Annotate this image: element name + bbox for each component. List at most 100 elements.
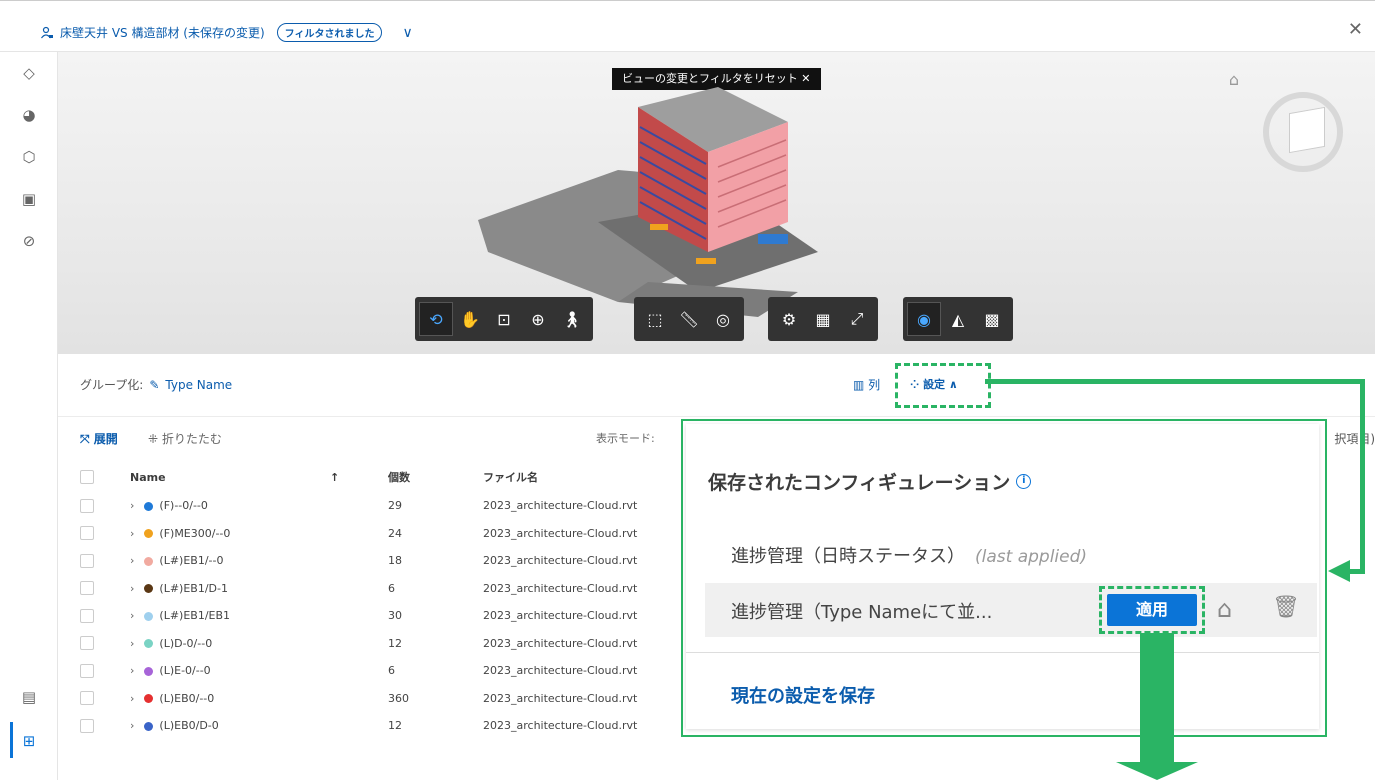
pie-chart-icon[interactable]: ◕ xyxy=(20,106,38,124)
chevron-right-icon[interactable]: › xyxy=(130,527,134,540)
properties-icon[interactable]: ▤ xyxy=(20,688,38,706)
color-dot xyxy=(144,584,154,594)
cube-icon[interactable]: ◇ xyxy=(20,64,38,82)
select-all-checkbox[interactable] xyxy=(80,470,94,484)
collapse-button[interactable]: ⁜ 折りたたむ xyxy=(148,430,222,447)
row-count: 12 xyxy=(388,636,402,650)
row-count: 6 xyxy=(388,581,395,595)
home-icon[interactable]: ⌂ xyxy=(1217,595,1232,623)
top-bar: 床壁天井 VS 構造部材 (未保存の変更) フィルタされました ∨ ✕ xyxy=(0,0,1375,52)
group-by-value[interactable]: Type Name xyxy=(165,378,232,392)
row-name: (L#)EB1/D-1 xyxy=(159,581,228,595)
popup-title-text: 保存されたコンフィギュレーション xyxy=(708,472,1011,494)
collapse-icon: ⁜ xyxy=(148,432,159,446)
row-name: (L)EB0/--0 xyxy=(159,691,215,705)
measure-icon[interactable]: 📏︎ xyxy=(672,302,706,336)
row-checkbox[interactable] xyxy=(80,498,94,513)
first-person-icon[interactable]: 🚶︎ xyxy=(555,302,589,336)
pencil-icon[interactable]: ✎ xyxy=(149,378,159,392)
view-person-icon xyxy=(41,26,53,38)
arrow-down-head xyxy=(1116,762,1198,780)
check-circle-icon[interactable]: ⊘ xyxy=(20,232,38,250)
color-dot xyxy=(144,556,154,566)
table-row[interactable]: › (F)ME300/--0 24 2023_architecture-Cloud.r… xyxy=(80,520,683,548)
pan-icon[interactable]: ✋ xyxy=(453,302,487,336)
sort-arrow-icon[interactable]: ↑ xyxy=(330,462,388,492)
chevron-right-icon[interactable]: › xyxy=(130,664,134,677)
row-count: 18 xyxy=(388,554,402,568)
model-viewer[interactable]: ビューの変更とフィルタをリセット ✕ ⌂ ⟲ ✋ ⊡ ⊕ 🚶︎ ⬚ 📏︎ ◎ ⚙… xyxy=(58,52,1375,354)
chevron-right-icon[interactable]: › xyxy=(130,637,134,650)
markup-icon[interactable]: ▩ xyxy=(975,302,1009,336)
row-count: 360 xyxy=(388,691,409,705)
left-rail: ◇ ◕ ⬡ ▣ ⊘ ▤ ⊞ xyxy=(0,52,58,780)
table-row[interactable]: › (L#)EB1/EB1 30 2023_architecture-Cloud.rv… xyxy=(80,602,683,630)
col-name[interactable]: Name xyxy=(130,462,330,492)
settings-toolbar: ⚙ ▦ ⤢ xyxy=(768,297,878,341)
chevron-right-icon[interactable]: › xyxy=(130,554,134,567)
layers-icon[interactable]: ▣ xyxy=(20,190,38,208)
fullscreen-icon[interactable]: ⤢ xyxy=(840,302,874,336)
trash-icon[interactable]: 🗑︎ xyxy=(1272,595,1300,620)
col-count[interactable]: 個数 xyxy=(388,462,483,492)
config-item-2[interactable]: 進捗管理（Type Nameにて並... 適用 ⌂ 🗑︎ xyxy=(705,583,1317,637)
chevron-right-icon[interactable]: › xyxy=(130,692,134,705)
row-checkbox[interactable] xyxy=(80,553,94,568)
explode-icon[interactable]: ◎ xyxy=(706,302,740,336)
row-count: 29 xyxy=(388,499,402,513)
section-box-icon[interactable]: ⬚ xyxy=(638,302,672,336)
table-row[interactable]: › (L)D-0/--0 12 2023_architecture-Cloud.rvt xyxy=(80,630,683,658)
last-applied-note: (last applied) xyxy=(975,547,1088,567)
properties-toggle-icon[interactable]: ◭ xyxy=(941,302,975,336)
table-icon[interactable]: ⊞ xyxy=(20,732,38,750)
table-header: Name ↑ 個数 ファイル名 xyxy=(80,462,683,492)
chevron-down-icon[interactable]: ∨ xyxy=(402,25,412,41)
row-name: (L)D-0/--0 xyxy=(159,636,213,650)
config-item-1[interactable]: 進捗管理（日時ステータス） (last applied) xyxy=(731,542,1087,568)
zoom-window-icon[interactable]: ⊕ xyxy=(521,302,555,336)
table-row[interactable]: › (L#)EB1/D-1 6 2023_architecture-Cloud.rvt xyxy=(80,575,683,603)
chevron-right-icon[interactable]: › xyxy=(130,719,134,732)
columns-button[interactable]: ▥ 列 xyxy=(853,376,880,393)
table-row[interactable]: › (F)--0/--0 29 2023_architecture-Cloud.rvt xyxy=(80,492,683,520)
table-row[interactable]: › (L)EB0/--0 360 2023_architecture-Cloud.rv… xyxy=(80,685,683,713)
row-checkbox[interactable] xyxy=(80,608,94,623)
expand-button[interactable]: ⤧ 展開 xyxy=(80,430,118,447)
chevron-right-icon[interactable]: › xyxy=(130,582,134,595)
chevron-right-icon[interactable]: › xyxy=(130,499,134,512)
save-current-button[interactable]: 現在の設定を保存 xyxy=(731,682,875,708)
navigation-toolbar: ⟲ ✋ ⊡ ⊕ 🚶︎ xyxy=(415,297,593,341)
info-icon[interactable]: i xyxy=(1016,474,1032,489)
row-file: 2023_architecture-Cloud.rvt xyxy=(483,609,638,623)
row-checkbox[interactable] xyxy=(80,581,94,596)
row-checkbox[interactable] xyxy=(80,718,94,733)
fit-view-icon[interactable]: ⊡ xyxy=(487,302,521,336)
eye-icon[interactable]: ◉ xyxy=(907,302,941,336)
gear-icon[interactable]: ⚙ xyxy=(772,302,806,336)
apply-button[interactable]: 適用 xyxy=(1107,594,1197,626)
table-row[interactable]: › (L)EB0/D-0 12 2023_architecture-Cloud.rvt xyxy=(80,712,683,740)
row-checkbox[interactable] xyxy=(80,691,94,706)
row-name: (L#)EB1/EB1 xyxy=(159,609,231,623)
config-item-2-label: 進捗管理（Type Nameにて並... xyxy=(731,602,993,623)
row-checkbox[interactable] xyxy=(80,663,94,678)
chevron-right-icon[interactable]: › xyxy=(130,609,134,622)
row-file: 2023_architecture-Cloud.rvt xyxy=(483,581,638,595)
view-title[interactable]: 床壁天井 VS 構造部材 (未保存の変更) フィルタされました ∨ xyxy=(40,23,413,42)
close-icon[interactable]: ✕ xyxy=(1348,19,1363,40)
row-checkbox[interactable] xyxy=(80,636,94,651)
model-search-icon[interactable]: ⬡ xyxy=(20,148,38,166)
config-item-1-label: 進捗管理（日時ステータス） xyxy=(731,546,965,567)
color-dot xyxy=(144,694,154,704)
row-count: 12 xyxy=(388,719,402,733)
table-row[interactable]: › (L#)EB1/--0 18 2023_architecture-Cloud.rv… xyxy=(80,547,683,575)
row-checkbox[interactable] xyxy=(80,526,94,541)
app-root: 床壁天井 VS 構造部材 (未保存の変更) フィルタされました ∨ ✕ ◇ ◕ … xyxy=(0,0,1375,780)
group-by[interactable]: グループ化: ✎ Type Name xyxy=(80,376,232,393)
orbit-icon[interactable]: ⟲ xyxy=(419,302,453,336)
col-file[interactable]: ファイル名 xyxy=(483,462,683,492)
arrow-head xyxy=(1328,560,1350,582)
table-row[interactable]: › (L)E-0/--0 6 2023_architecture-Cloud.rvt xyxy=(80,657,683,685)
popup-divider xyxy=(686,652,1319,653)
model-browser-icon[interactable]: ▦ xyxy=(806,302,840,336)
